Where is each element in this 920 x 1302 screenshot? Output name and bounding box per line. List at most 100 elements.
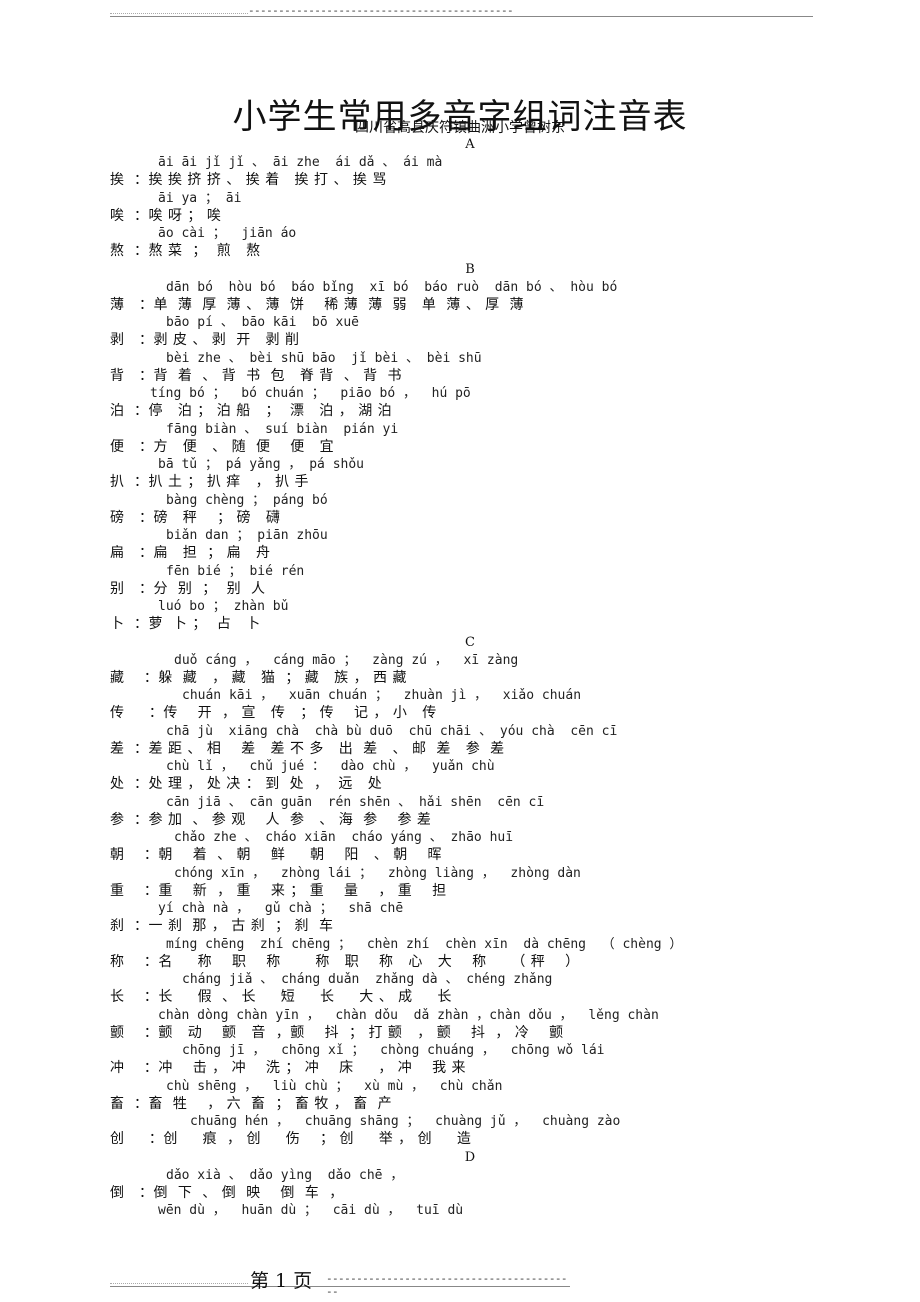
polyphone-entry: chōng jī ， chōng xǐ ； chòng chuáng ， chō…	[110, 1042, 810, 1078]
polyphone-entry: chù shēng ， liù chù ； xù mù ， chù chǎn 畜 ：…	[110, 1078, 810, 1114]
polyphone-entry: chǎo zhe 、 cháo xiān cháo yáng 、 zhāo hu…	[110, 829, 810, 865]
polyphone-entry: bàng chèng ； páng bó 磅 ：磅 秤 ； 磅 礴	[110, 492, 810, 528]
example-words: 熬 菜 ； 煎 熬	[148, 243, 261, 259]
polyphone-entry: fāng biàn 、 suí biàn pián yi 便 ：方 便 、 随 便…	[110, 421, 810, 457]
pinyin-line: fāng biàn 、 suí biàn pián yi	[166, 421, 399, 437]
pinyin-line: dǎo xià 、 dǎo yìng dǎo chē ，	[166, 1167, 404, 1183]
example-words: 名 称 职 称 称 职 称 心 大 称 （ 秤 ）	[158, 953, 580, 970]
polyphone-entry: chuāng hén ， chuāng shāng ； chuàng jǔ ， …	[110, 1113, 810, 1149]
word-line: 差 ：差 距 、 相 差 差 不 多 出 差 、 邮 差 参 差	[110, 740, 810, 759]
polyphone-entry: bāo pí 、 bāo kāi bō xuē 剥 ：剥 皮 、 剥 开 剥 削	[110, 314, 810, 350]
word-line: 颤 ：颤 动 颤 音 ，颤 抖 ； 打 颤 ， 颤 抖 ， 冷 颤	[110, 1024, 810, 1043]
separator: ：	[134, 367, 154, 384]
separator: ：	[134, 207, 149, 224]
example-words: 创 痕 ， 创 伤 ； 创 举 ， 创 造	[163, 1131, 472, 1147]
headword-char: 扒	[110, 474, 125, 490]
word-line: 刹 ：一 刹 那 ， 古 刹 ； 刹 车	[110, 917, 810, 936]
example-words: 单 薄 厚 薄 、 薄 饼 稀 薄 薄 弱 单 薄 、 厚 薄	[153, 296, 525, 313]
word-line: 扒 ：扒 土 ； 扒 痒 ， 扒 手	[110, 473, 810, 492]
document-subtitle: 四川省高县庆符镇曲洲小学曾树东	[355, 120, 565, 136]
trailing-pinyin-line: wēn dù ， huān dù ； cāi dù ， tuī dù	[158, 1203, 464, 1218]
example-words: 朝 着 、 朝 鲜 朝 阳 、 朝 晖	[158, 847, 443, 863]
separator: ：	[134, 953, 159, 970]
separator: ：	[134, 243, 149, 259]
separator: ：	[134, 545, 154, 561]
pinyin-line: chóng xīn ， zhòng lái ； zhòng liàng ， zh…	[174, 865, 581, 881]
headword-char: 倒	[110, 1184, 125, 1201]
pinyin-line: chù shēng ， liù chù ； xù mù ， chù chǎn	[166, 1078, 503, 1094]
headword-char: 背	[110, 367, 125, 384]
word-line: 长 ：长 假 、 长 短 长 大 、 成 长	[110, 988, 810, 1007]
section-letter: C	[465, 634, 475, 650]
headword-char: 冲	[110, 1060, 125, 1076]
headword-char: 挨	[110, 172, 125, 188]
separator: ：	[134, 705, 164, 721]
separator: ：	[134, 989, 159, 1005]
separator: ：	[134, 296, 154, 313]
separator: ：	[134, 1184, 154, 1201]
footer-thin-rule	[110, 1283, 248, 1284]
word-line: 熬 ：熬 菜 ； 煎 熬	[110, 242, 810, 261]
headword-char: 畜	[110, 1095, 125, 1112]
example-words: 畜 牲 ， 六 畜 ； 畜 牧 ， 畜 产	[148, 1095, 393, 1112]
polyphone-table: Aāi āi jǐ jǐ 、 āi zhe ái dǎ 、 ái mà 挨 ： 挨 挨…	[110, 136, 810, 1219]
footer-dash-line: ----------------------------------------…	[326, 1272, 568, 1298]
headword-char: 剥	[110, 332, 125, 348]
headword-char: 藏	[110, 669, 125, 686]
headword-char: 磅	[110, 509, 125, 526]
headword-char: 差	[110, 740, 125, 757]
polyphone-entry: cháng jiǎ 、 cháng duǎn zhǎng dà 、 chéng …	[110, 971, 810, 1007]
example-words: 唉 呀 ； 唉	[148, 207, 222, 224]
pinyin-line: chuāng hén ， chuāng shāng ； chuàng jǔ ， …	[190, 1114, 621, 1129]
word-line: 称 ：名 称 职 称 称 职 称 心 大 称 （ 秤 ）	[110, 953, 810, 972]
example-words: 一 刹 那 ， 古 刹 ； 刹 车	[148, 918, 334, 934]
headword-char: 便	[110, 438, 125, 455]
polyphone-entry: āi āi jǐ jǐ 、 āi zhe ái dǎ 、 ái mà 挨 ：挨 挨 …	[110, 154, 810, 190]
word-line: 处 ：处 理 ， 处 决 ： 到 处 ， 远 处	[110, 775, 810, 794]
example-words: 冲 击 ， 冲 洗 ； 冲 床 ， 冲 我 来	[158, 1060, 467, 1076]
separator: ：	[134, 776, 149, 792]
word-line: 磅 ：磅 秤 ； 磅 礴	[110, 509, 810, 528]
word-line: 背 ：背 着 、 背 书 包 脊 背 、 背 书	[110, 367, 810, 386]
headword-char: 刹	[110, 918, 125, 934]
polyphone-entry: dǎo xià 、 dǎo yìng dǎo chē ，倒 ：倒 下 、 倒 映…	[110, 1167, 810, 1203]
pinyin-line: chǎo zhe 、 cháo xiān cháo yáng 、 zhāo hu…	[174, 830, 514, 845]
word-line: 参 ：参 加 、 参 观 人 参 、 海 参 参 差	[110, 811, 810, 830]
headword-char: 重	[110, 882, 125, 899]
pinyin-line: dān bó hòu bó báo bǐng xī bó báo ruò dān…	[166, 279, 618, 295]
polyphone-entry: luó bo ； zhàn bǔ 卜 ：萝 卜 ； 占 卜	[110, 598, 810, 634]
polyphone-entry: duǒ cáng ， cáng māo ； zàng zú ， xī zàng 藏…	[110, 652, 810, 688]
section-letter: D	[464, 1149, 476, 1165]
pinyin-line: bàng chèng ； páng bó	[166, 492, 328, 508]
polyphone-entry: chuán kāi ， xuān chuán ； zhuàn jì ， xiǎo…	[110, 687, 810, 723]
separator: ：	[134, 811, 149, 828]
word-line: 传 ：传 开 ， 宣 传 ； 传 记 ， 小 传	[110, 704, 810, 723]
headword-char: 长	[110, 989, 125, 1005]
pinyin-line: luó bo ； zhàn bǔ	[158, 599, 289, 614]
section-letter: A	[465, 137, 475, 152]
word-line: 冲 ：冲 击 ， 冲 洗 ； 冲 床 ， 冲 我 来	[110, 1059, 810, 1078]
example-words: 参 加 、 参 观 人 参 、 海 参 参 差	[148, 811, 432, 828]
example-words: 剥 皮 、 剥 开 剥 削	[153, 332, 300, 348]
polyphone-entry: chù lǐ ， chǔ jué ： dào chù ， yuǎn chù 处 ：处…	[110, 758, 810, 794]
separator: ：	[134, 580, 154, 597]
pinyin-line: bèi zhe 、 bèi shū bāo jǐ bèi 、 bèi shū	[166, 350, 482, 366]
separator: ：	[134, 438, 154, 455]
word-line: 泊 ：停 泊 ； 泊 船 ； 漂 泊 ， 湖 泊	[110, 402, 810, 421]
example-words: 躲 藏 ， 藏 猫 ； 藏 族 ， 西 藏	[158, 669, 408, 686]
headword-char: 朝	[110, 847, 125, 863]
header-thin-rule	[110, 13, 248, 14]
headword-char: 薄	[110, 296, 125, 313]
separator: ：	[134, 1024, 159, 1041]
example-words: 扁 担 ； 扁 舟	[153, 545, 271, 561]
pinyin-line: fēn bié ； bié rén	[166, 563, 305, 579]
word-line: 卜 ：萝 卜 ； 占 卜	[110, 615, 810, 634]
separator: ：	[134, 403, 149, 419]
word-line: 创 ：创 痕 ， 创 伤 ； 创 举 ， 创 造	[110, 1130, 810, 1149]
pinyin-line: chuán kāi ， xuān chuán ； zhuàn jì ， xiǎo…	[182, 688, 582, 703]
polyphone-entry: cān jiā 、 cān guān rén shēn 、 hǎi shēn c…	[110, 794, 810, 830]
pinyin-line: chōng jī ， chōng xǐ ； chòng chuáng ， chō…	[182, 1043, 605, 1058]
pinyin-line: chàn dòng chàn yīn ， chàn dǒu dǎ zhàn ，c…	[158, 1007, 659, 1023]
headword-char: 处	[110, 776, 125, 792]
separator: ：	[134, 1060, 159, 1076]
